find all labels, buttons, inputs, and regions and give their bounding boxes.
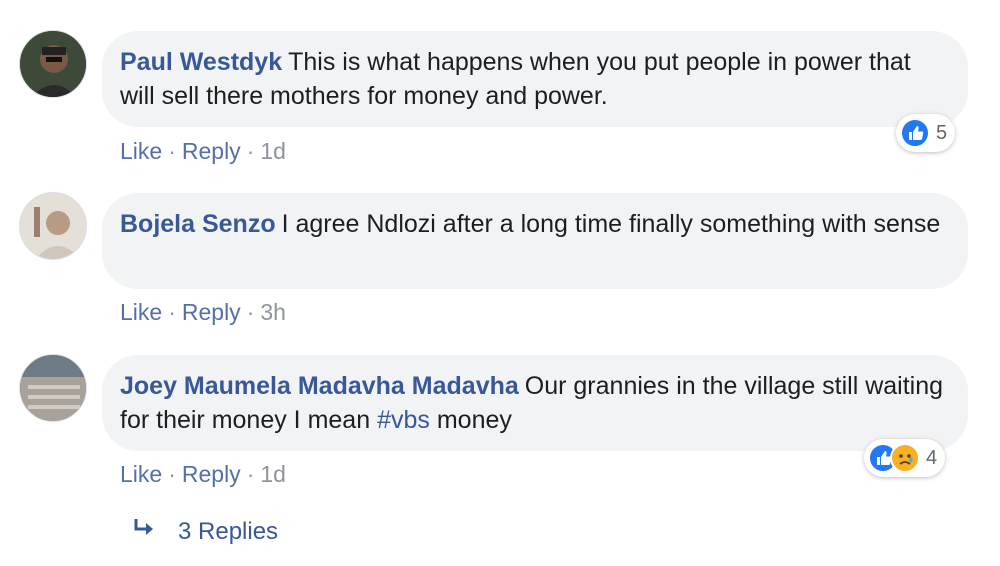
comment-bubble: Bojela Senzo I agree Ndlozi after a long … <box>102 193 968 289</box>
separator: · <box>246 299 255 325</box>
comment-actions: Like · Reply · 1d <box>120 136 286 166</box>
comment-text: I agree Ndlozi after a long time finally… <box>281 210 941 238</box>
comment-bubble: Joey Maumela Madavha Madavha Our grannies… <box>102 355 968 451</box>
reaction-count: 5 <box>936 121 948 144</box>
like-link[interactable]: Like <box>120 138 162 164</box>
separator: · <box>168 138 176 164</box>
replies-count-label[interactable]: 3 Replies <box>178 514 278 550</box>
like-link[interactable]: Like <box>120 299 162 325</box>
comment-author[interactable]: Bojela Senzo <box>120 210 276 238</box>
avatar[interactable] <box>19 30 87 98</box>
reply-link[interactable]: Reply <box>182 461 241 487</box>
avatar[interactable] <box>19 354 87 422</box>
separator: · <box>246 461 255 487</box>
like-link[interactable]: Like <box>120 461 162 487</box>
comment-bubble: Paul Westdyk This is what happens when yo… <box>102 31 968 127</box>
hashtag-link[interactable]: #vbs <box>377 406 430 434</box>
comment-actions: Like · Reply · 3h <box>120 297 286 327</box>
comment-timestamp[interactable]: 1d <box>260 461 286 487</box>
like-icon <box>900 118 930 148</box>
sad-icon <box>890 443 920 473</box>
comment-timestamp[interactable]: 3h <box>260 299 286 325</box>
reaction-count: 4 <box>926 446 938 469</box>
comment-timestamp[interactable]: 1d <box>260 138 286 164</box>
reaction-summary[interactable]: 5 <box>896 114 956 152</box>
comment-author[interactable]: Joey Maumela Madavha Madavha <box>120 372 519 400</box>
reply-arrow-icon <box>132 514 178 550</box>
reply-link[interactable]: Reply <box>182 299 241 325</box>
avatar[interactable] <box>19 192 87 260</box>
reply-link[interactable]: Reply <box>182 138 241 164</box>
comment-text-end: money <box>436 406 512 434</box>
separator: · <box>168 299 176 325</box>
comment-author[interactable]: Paul Westdyk <box>120 48 282 76</box>
comment-actions: Like · Reply · 1d <box>120 459 286 489</box>
view-replies-link[interactable]: 3 Replies <box>132 514 278 550</box>
separator: · <box>168 461 176 487</box>
reaction-summary[interactable]: 4 <box>864 439 946 477</box>
separator: · <box>246 138 255 164</box>
